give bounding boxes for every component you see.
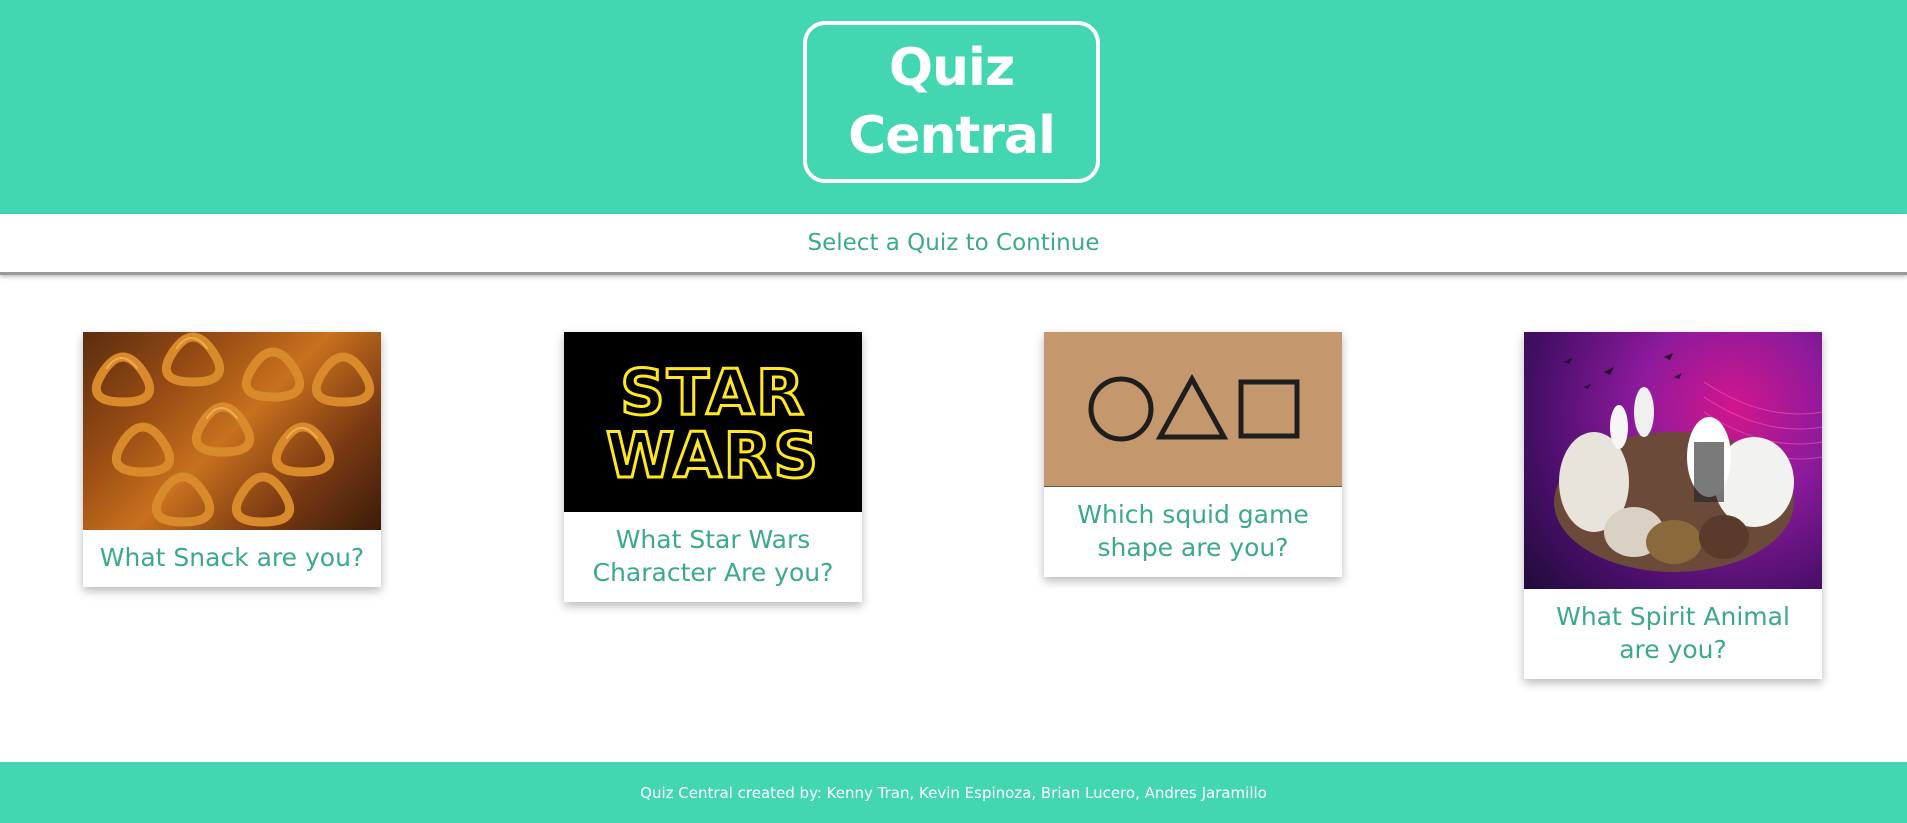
square-shape-icon [1238, 379, 1300, 439]
pretzels-illustration [91, 332, 375, 527]
quiz-card-snack[interactable]: What Snack are you? [83, 332, 381, 587]
subnav: Select a Quiz to Continue [0, 214, 1907, 275]
squid-game-shapes [1088, 373, 1300, 442]
star-wars-logo-line-2: WARS [606, 419, 820, 492]
animals-collage-art [1554, 353, 1822, 572]
quiz-card-title[interactable]: What Snack are you? [83, 530, 381, 587]
star-wars-logo-image[interactable]: STAR WARS [564, 332, 862, 512]
logo-line-1: Quiz [888, 38, 1015, 98]
logo-text: Quiz Central [832, 34, 1072, 170]
star-wars-logo-art: STAR WARS [605, 355, 820, 494]
logo[interactable]: Quiz Central [803, 21, 1100, 183]
quiz-card-spirit-animal[interactable]: What Spirit Animal are you? [1524, 332, 1822, 679]
quiz-card-title[interactable]: What Spirit Animal are you? [1524, 589, 1822, 679]
footer: Quiz Central created by: Kenny Tran, Kev… [0, 762, 1907, 823]
logo-line-2: Central [848, 106, 1056, 166]
triangle-shape-icon [1155, 373, 1229, 440]
quiz-card-starwars[interactable]: STAR WARS What Star Wars Character Are y… [564, 332, 862, 602]
pretzels-image[interactable] [83, 332, 381, 530]
quiz-card-squid-game[interactable]: Which squid game shape are you? [1044, 332, 1342, 577]
animals-collage-image[interactable] [1524, 332, 1822, 589]
circle-shape-icon [1088, 376, 1154, 442]
quiz-card-title[interactable]: Which squid game shape are you? [1044, 487, 1342, 577]
subnav-text: Select a Quiz to Continue [807, 230, 1100, 256]
header: Quiz Central [0, 0, 1907, 214]
squid-game-shapes-image[interactable] [1044, 332, 1342, 487]
footer-credits: Quiz Central created by: Kenny Tran, Kev… [640, 783, 1267, 802]
quiz-card-title[interactable]: What Star Wars Character Are you? [564, 512, 862, 602]
